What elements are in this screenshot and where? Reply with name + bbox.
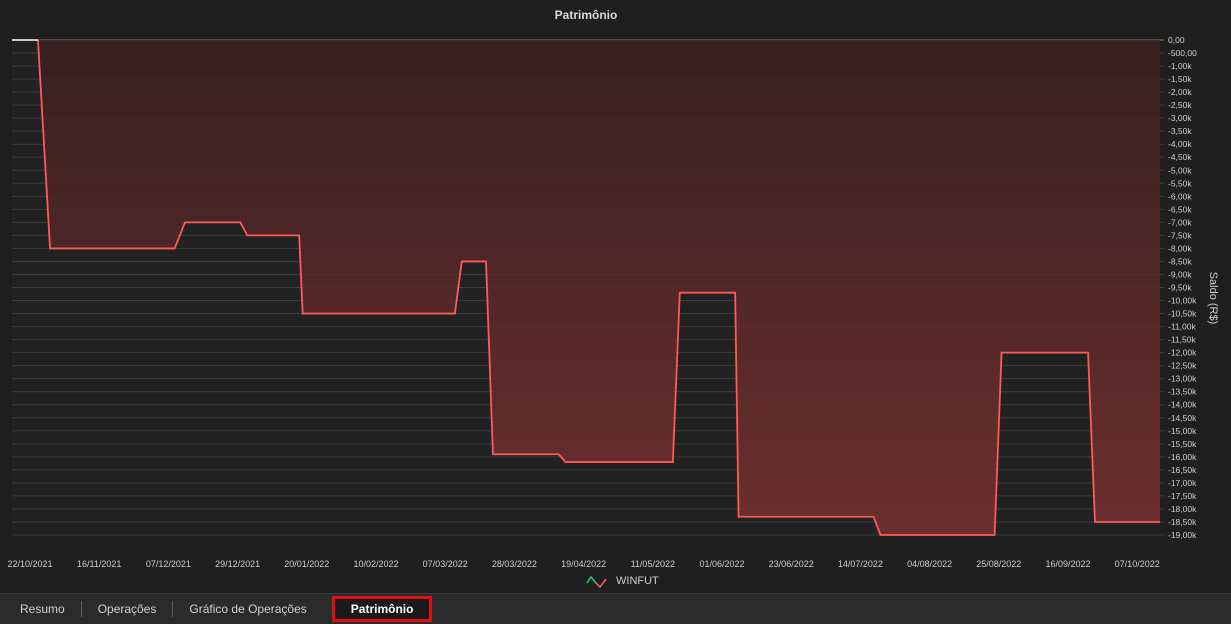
x-tick-label: 07/03/2022 <box>423 559 468 569</box>
y-tick-label: -15,00k <box>1168 426 1197 436</box>
tab-separator <box>172 601 174 617</box>
y-tick-label: -1,00k <box>1168 61 1192 71</box>
y-tick-label: -19,00k <box>1168 530 1197 540</box>
y-tick-label: -11,50k <box>1168 335 1196 345</box>
y-tick-label: -2,50k <box>1168 100 1192 110</box>
y-tick-label: -7,00k <box>1168 217 1192 227</box>
tab-bar: Resumo Operações Gráfico de Operações Pa… <box>0 593 1231 624</box>
tab-grafico-operacoes[interactable]: Gráfico de Operações <box>175 599 320 619</box>
y-tick-label: -18,00k <box>1168 504 1197 514</box>
y-tick-label: -5,50k <box>1168 178 1192 188</box>
y-tick-label: -18,50k <box>1168 517 1197 527</box>
x-tick-label: 19/04/2022 <box>561 559 606 569</box>
x-tick-label: 28/03/2022 <box>492 559 537 569</box>
y-tick-label: -5,00k <box>1168 165 1192 175</box>
y-tick-label: -14,50k <box>1168 413 1197 423</box>
y-tick-label: -12,00k <box>1168 348 1197 358</box>
x-tick-label: 10/02/2022 <box>353 559 398 569</box>
x-tick-label: 25/08/2022 <box>976 559 1021 569</box>
y-tick-label: -15,50k <box>1168 439 1197 449</box>
y-tick-label: 0,00 <box>1168 35 1185 45</box>
tab-separator <box>80 601 82 617</box>
y-tick-label: -3,50k <box>1168 126 1192 136</box>
y-tick-label: -4,50k <box>1168 152 1192 162</box>
x-tick-label: 20/01/2022 <box>284 559 329 569</box>
y-tick-label: -2,00k <box>1168 87 1192 97</box>
legend-label-winfut: WINFUT <box>616 575 659 587</box>
x-tick-label: 11/05/2022 <box>631 559 675 569</box>
y-tick-label: -12,50k <box>1168 361 1197 371</box>
x-axis-ticks: 22/10/2021 16/11/2021 07/12/2021 29/12/2021… <box>7 559 1159 569</box>
x-tick-label: 23/06/2022 <box>769 559 814 569</box>
y-tick-label: -16,00k <box>1168 452 1197 462</box>
y-tick-label: -9,00k <box>1168 269 1192 279</box>
x-tick-label: 16/09/2022 <box>1045 559 1090 569</box>
x-tick-label: 07/12/2021 <box>146 559 191 569</box>
equity-chart: Patrimônio 0,00 -500,00 -1,00k -1,50k -2,00k… <box>0 0 1231 593</box>
y-tick-label: -8,00k <box>1168 243 1192 253</box>
x-tick-label: 14/07/2022 <box>838 559 883 569</box>
x-tick-label: 01/06/2022 <box>699 559 744 569</box>
y-tick-label: -10,00k <box>1168 296 1197 306</box>
y-tick-label: -8,50k <box>1168 256 1192 266</box>
y-tick-label: -10,50k <box>1168 309 1197 319</box>
y-tick-label: -9,50k <box>1168 283 1192 293</box>
y-tick-label: -14,00k <box>1168 400 1197 410</box>
x-tick-label: 16/11/2021 <box>77 559 121 569</box>
y-tick-label: -17,50k <box>1168 491 1197 501</box>
tab-resumo[interactable]: Resumo <box>6 599 79 619</box>
y-tick-label: -13,00k <box>1168 374 1197 384</box>
y-tick-label: -17,00k <box>1168 478 1197 488</box>
tab-operacoes[interactable]: Operações <box>84 599 171 619</box>
y-axis-label: Saldo (R$) <box>1207 272 1219 325</box>
y-tick-label: -6,50k <box>1168 204 1192 214</box>
x-tick-label: 22/10/2021 <box>7 559 52 569</box>
tab-patrimonio[interactable]: Patrimônio <box>331 596 433 622</box>
y-tick-label: -6,00k <box>1168 191 1192 201</box>
y-tick-label: -4,00k <box>1168 139 1192 149</box>
y-tick-label: -500,00 <box>1168 48 1197 58</box>
y-tick-label: -13,50k <box>1168 387 1197 397</box>
x-tick-label: 29/12/2021 <box>215 559 260 569</box>
x-tick-label: 07/10/2022 <box>1115 559 1160 569</box>
y-tick-label: -11,00k <box>1168 322 1196 332</box>
y-tick-label: -1,50k <box>1168 74 1192 84</box>
chart-legend[interactable]: WINFUT <box>586 574 659 588</box>
x-tick-label: 04/08/2022 <box>907 559 952 569</box>
y-tick-label: -3,00k <box>1168 113 1192 123</box>
y-tick-label: -16,50k <box>1168 465 1197 475</box>
y-tick-label: -7,50k <box>1168 230 1192 240</box>
chart-title: Patrimônio <box>555 8 618 22</box>
line-series-icon <box>586 575 607 588</box>
